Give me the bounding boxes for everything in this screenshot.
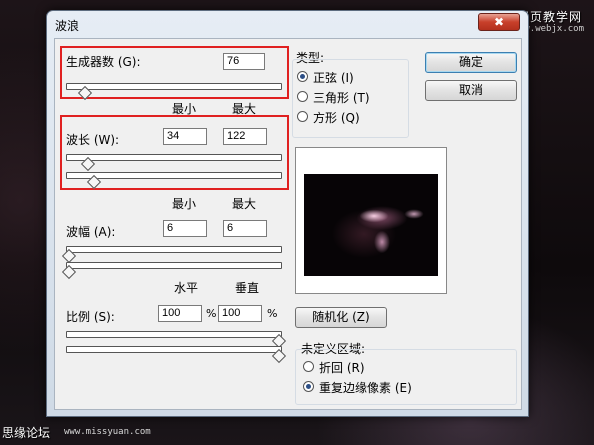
generators-input[interactable] <box>223 53 265 70</box>
amplitude-min-header: 最小 <box>172 197 197 211</box>
generators-slider[interactable] <box>66 83 282 90</box>
type-sine-label[interactable]: 正弦 (I) <box>313 69 354 86</box>
scale-label: 比例 (S): <box>66 310 115 324</box>
ok-button[interactable]: 确定 <box>425 52 517 73</box>
scale-horizontal-unit: % <box>206 307 217 320</box>
wavelength-max-input[interactable] <box>223 128 267 145</box>
type-square-label[interactable]: 方形 (Q) <box>313 109 360 126</box>
randomize-button[interactable]: 随机化 (Z) <box>295 307 387 328</box>
scale-horizontal-slider[interactable] <box>66 331 282 338</box>
scale-horizontal-input[interactable] <box>158 305 202 322</box>
amplitude-max-header: 最大 <box>232 197 257 211</box>
generators-label: 生成器数 (G): <box>66 55 141 69</box>
wavelength-label: 波长 (W): <box>66 133 120 147</box>
wave-dialog: 波浪 ✖ 生成器数 (G): 最小 最大 波长 (W): 最小 最大 波幅 (A… <box>46 10 529 417</box>
scale-vertical-header: 垂直 <box>235 281 260 295</box>
type-square-radio[interactable] <box>297 111 308 122</box>
amplitude-min-slider[interactable] <box>66 246 282 253</box>
amplitude-min-input[interactable] <box>163 220 207 237</box>
preview-frame <box>295 147 447 294</box>
dialog-title: 波浪 <box>55 19 80 33</box>
dialog-client-area: 生成器数 (G): 最小 最大 波长 (W): 最小 最大 波幅 (A): 水平… <box>54 38 522 410</box>
wavelength-min-slider[interactable] <box>66 154 282 161</box>
wrap-around-radio[interactable] <box>303 361 314 372</box>
undefined-area-group <box>295 349 517 405</box>
close-button[interactable]: ✖ <box>478 13 520 31</box>
preview-image <box>304 174 438 276</box>
amplitude-label: 波幅 (A): <box>66 225 116 239</box>
scale-vertical-unit: % <box>267 307 278 320</box>
amplitude-max-input[interactable] <box>223 220 267 237</box>
scale-vertical-slider[interactable] <box>66 346 282 353</box>
scale-vertical-input[interactable] <box>218 305 262 322</box>
wavelength-min-input[interactable] <box>163 128 207 145</box>
repeat-edge-pixels-label[interactable]: 重复边缘像素 (E) <box>319 379 412 396</box>
watermark-bottom-url: www.missyuan.com <box>64 427 151 437</box>
repeat-edge-pixels-radio[interactable] <box>303 381 314 392</box>
type-triangle-label[interactable]: 三角形 (T) <box>313 89 370 106</box>
type-sine-radio[interactable] <box>297 71 308 82</box>
close-icon: ✖ <box>493 15 505 29</box>
type-triangle-radio[interactable] <box>297 91 308 102</box>
cancel-button[interactable]: 取消 <box>425 80 517 101</box>
watermark-bottom: 思缘论坛 <box>2 426 51 440</box>
scale-horizontal-header: 水平 <box>174 281 199 295</box>
amplitude-max-slider[interactable] <box>66 262 282 269</box>
wavelength-max-slider[interactable] <box>66 172 282 179</box>
wrap-around-label[interactable]: 折回 (R) <box>319 359 365 376</box>
